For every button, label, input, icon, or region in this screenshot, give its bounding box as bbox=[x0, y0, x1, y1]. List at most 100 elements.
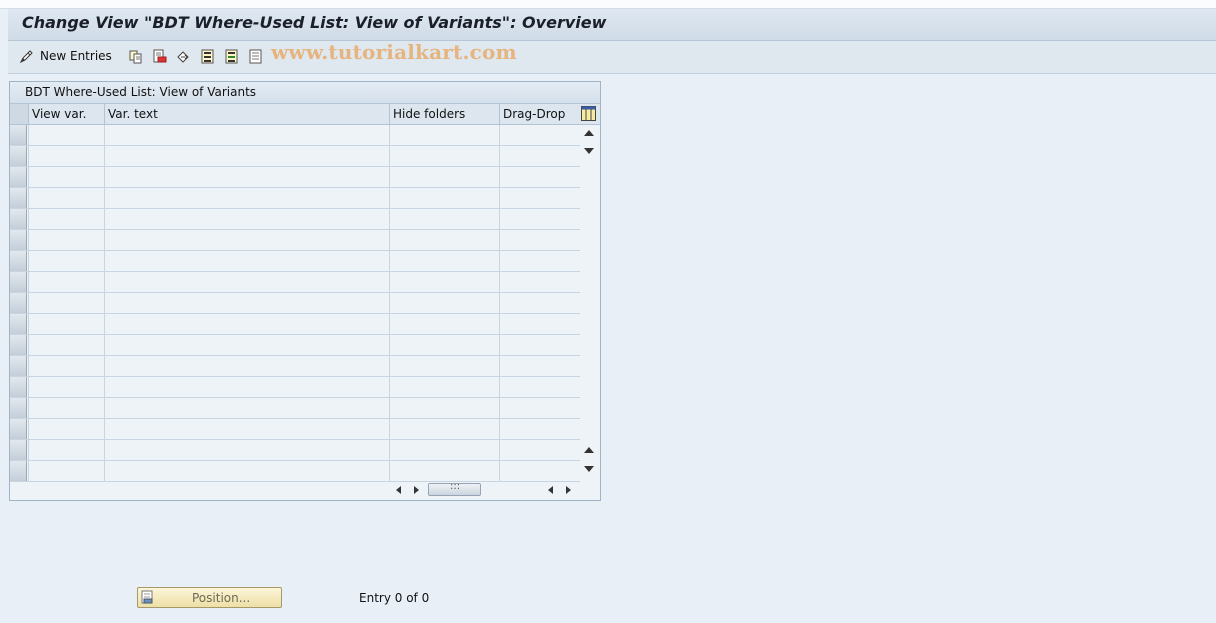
table-cell[interactable] bbox=[28, 335, 104, 355]
table-cell[interactable] bbox=[28, 209, 104, 229]
column-header-var-text[interactable]: Var. text bbox=[104, 104, 389, 124]
table-cell[interactable] bbox=[104, 230, 389, 250]
table-cell[interactable] bbox=[28, 251, 104, 271]
table-cell[interactable] bbox=[104, 167, 389, 187]
table-cell[interactable] bbox=[389, 293, 499, 313]
table-cell[interactable] bbox=[499, 272, 580, 292]
table-cell[interactable] bbox=[389, 335, 499, 355]
table-cell[interactable] bbox=[28, 398, 104, 418]
select-all-button[interactable] bbox=[200, 48, 215, 64]
table-cell[interactable] bbox=[28, 314, 104, 334]
scroll-page-up-icon[interactable] bbox=[584, 447, 594, 453]
table-cell[interactable] bbox=[28, 419, 104, 439]
row-selector[interactable] bbox=[10, 440, 27, 460]
table-cell[interactable] bbox=[104, 209, 389, 229]
table-cell[interactable] bbox=[389, 377, 499, 397]
new-entries-button[interactable]: New Entries bbox=[19, 48, 112, 64]
table-cell[interactable] bbox=[499, 230, 580, 250]
table-cell[interactable] bbox=[499, 314, 580, 334]
scroll-page-down-icon[interactable] bbox=[584, 466, 594, 472]
table-cell[interactable] bbox=[28, 440, 104, 460]
vertical-scrollbar[interactable] bbox=[580, 125, 598, 478]
table-cell[interactable] bbox=[499, 167, 580, 187]
table-settings-icon[interactable] bbox=[581, 106, 596, 121]
row-selector[interactable] bbox=[10, 272, 27, 292]
row-selector[interactable] bbox=[10, 335, 27, 355]
undo-button[interactable] bbox=[176, 48, 191, 64]
row-selector[interactable] bbox=[10, 167, 27, 187]
table-cell[interactable] bbox=[389, 356, 499, 376]
table-cell[interactable] bbox=[499, 419, 580, 439]
row-selector[interactable] bbox=[10, 356, 27, 376]
table-cell[interactable] bbox=[389, 251, 499, 271]
scroll-right-icon[interactable] bbox=[414, 486, 419, 494]
table-cell[interactable] bbox=[499, 398, 580, 418]
table-cell[interactable] bbox=[499, 356, 580, 376]
row-selector[interactable] bbox=[10, 188, 27, 208]
table-cell[interactable] bbox=[499, 251, 580, 271]
table-cell[interactable] bbox=[389, 272, 499, 292]
table-cell[interactable] bbox=[28, 230, 104, 250]
table-cell[interactable] bbox=[499, 377, 580, 397]
column-header-view-var[interactable]: View var. bbox=[28, 104, 104, 124]
row-selector[interactable] bbox=[10, 398, 27, 418]
delete-button[interactable] bbox=[152, 48, 167, 64]
table-cell[interactable] bbox=[499, 293, 580, 313]
table-cell[interactable] bbox=[28, 293, 104, 313]
table-cell[interactable] bbox=[104, 188, 389, 208]
table-cell[interactable] bbox=[499, 188, 580, 208]
table-cell[interactable] bbox=[499, 335, 580, 355]
table-cell[interactable] bbox=[499, 461, 580, 481]
scroll-down-icon[interactable] bbox=[584, 148, 594, 154]
table-cell[interactable] bbox=[104, 314, 389, 334]
table-cell[interactable] bbox=[389, 419, 499, 439]
table-cell[interactable] bbox=[28, 167, 104, 187]
table-cell[interactable] bbox=[104, 146, 389, 166]
row-selector[interactable] bbox=[10, 419, 27, 439]
table-cell[interactable] bbox=[28, 461, 104, 481]
table-cell[interactable] bbox=[104, 356, 389, 376]
column-header-drag-drop[interactable]: Drag-Drop bbox=[499, 104, 580, 124]
row-selector[interactable] bbox=[10, 251, 27, 271]
column-header-hide-folders[interactable]: Hide folders bbox=[389, 104, 499, 124]
row-selector[interactable] bbox=[10, 293, 27, 313]
row-selector[interactable] bbox=[10, 125, 27, 145]
table-cell[interactable] bbox=[389, 230, 499, 250]
table-cell[interactable] bbox=[104, 272, 389, 292]
table-cell[interactable] bbox=[104, 377, 389, 397]
table-cell[interactable] bbox=[104, 461, 389, 481]
table-cell[interactable] bbox=[389, 209, 499, 229]
table-cell[interactable] bbox=[28, 356, 104, 376]
table-cell[interactable] bbox=[104, 335, 389, 355]
table-cell[interactable] bbox=[499, 125, 580, 145]
table-cell[interactable] bbox=[28, 377, 104, 397]
table-cell[interactable] bbox=[389, 146, 499, 166]
table-cell[interactable] bbox=[104, 419, 389, 439]
table-cell[interactable] bbox=[389, 314, 499, 334]
table-cell[interactable] bbox=[499, 440, 580, 460]
select-block-button[interactable] bbox=[224, 48, 239, 64]
table-cell[interactable] bbox=[499, 209, 580, 229]
table-cell[interactable] bbox=[104, 293, 389, 313]
scroll-left-icon[interactable] bbox=[396, 486, 401, 494]
scroll-end-right-icon[interactable] bbox=[566, 486, 571, 494]
position-button[interactable]: Position... bbox=[137, 587, 282, 608]
row-selector[interactable] bbox=[10, 209, 27, 229]
row-selector[interactable] bbox=[10, 230, 27, 250]
deselect-all-button[interactable] bbox=[248, 48, 263, 64]
table-cell[interactable] bbox=[28, 272, 104, 292]
table-cell[interactable] bbox=[104, 440, 389, 460]
table-cell[interactable] bbox=[104, 251, 389, 271]
row-selector[interactable] bbox=[10, 377, 27, 397]
scroll-thumb[interactable]: ::: bbox=[428, 481, 481, 496]
horizontal-scrollbar[interactable]: ::: bbox=[390, 481, 580, 499]
table-cell[interactable] bbox=[104, 398, 389, 418]
row-selector[interactable] bbox=[10, 146, 27, 166]
table-cell[interactable] bbox=[389, 167, 499, 187]
table-cell[interactable] bbox=[389, 398, 499, 418]
table-cell[interactable] bbox=[28, 125, 104, 145]
row-selector[interactable] bbox=[10, 314, 27, 334]
copy-button[interactable] bbox=[128, 48, 143, 64]
table-cell[interactable] bbox=[104, 125, 389, 145]
scroll-end-left-icon[interactable] bbox=[548, 486, 553, 494]
